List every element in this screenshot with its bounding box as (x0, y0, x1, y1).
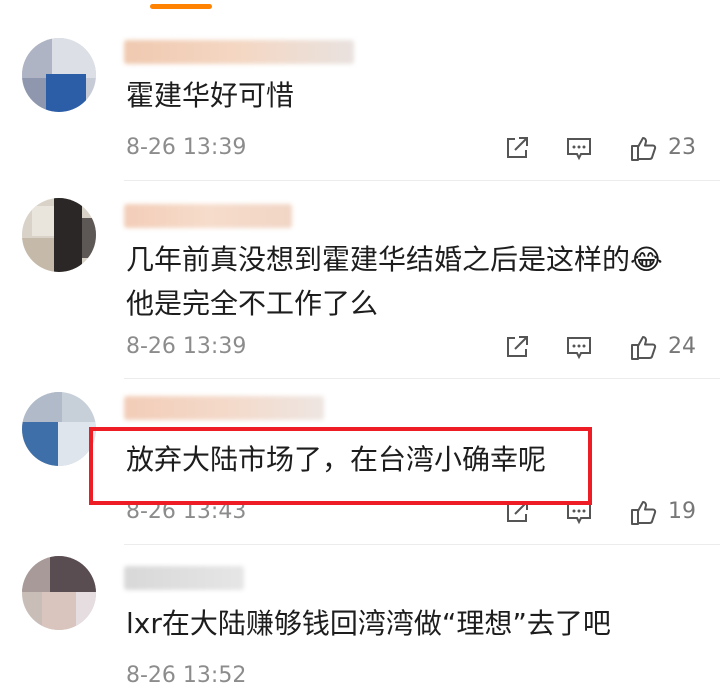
thumbs-up-icon[interactable] (628, 332, 658, 362)
comment-meta: 8-26 13:52 (126, 658, 706, 694)
avatar[interactable] (22, 198, 96, 272)
comment-icon[interactable] (564, 133, 594, 163)
username-blurred[interactable] (124, 396, 324, 420)
red-highlight-box (89, 427, 592, 505)
divider (124, 378, 720, 379)
divider (124, 180, 720, 181)
laughing-crying-emoji-icon: 😂 (630, 243, 663, 276)
share-icon[interactable] (502, 332, 532, 362)
avatar[interactable] (22, 392, 96, 466)
username-blurred[interactable] (124, 204, 292, 228)
comment-icon[interactable] (564, 332, 594, 362)
avatar[interactable] (22, 556, 96, 630)
tab-active-indicator (150, 4, 212, 9)
share-icon[interactable] (502, 133, 532, 163)
thumbs-up-icon[interactable] (628, 497, 658, 527)
thumbs-up-icon[interactable] (628, 133, 658, 163)
like-count: 24 (668, 334, 696, 359)
comment-text: 几年前真没想到霍建华结婚之后是这样的😂 他是完全不工作了么 (126, 243, 663, 320)
comment-text: lxr在大陆赚够钱回湾湾做“理想”去了吧 (126, 607, 611, 640)
avatar[interactable] (22, 38, 96, 112)
comment-time: 8-26 13:39 (126, 135, 247, 160)
username-blurred[interactable] (124, 566, 244, 590)
comment-time: 8-26 13:52 (126, 663, 247, 688)
like-count: 23 (668, 135, 696, 160)
comment-meta: 8-26 13:39 23 (126, 130, 706, 166)
username-blurred[interactable] (124, 40, 354, 64)
comment-time: 8-26 13:39 (126, 334, 247, 359)
comment-text: 霍建华好可惜 (126, 79, 295, 112)
divider (124, 544, 720, 545)
comment-meta: 8-26 13:39 24 (126, 329, 706, 365)
like-count: 19 (668, 499, 696, 524)
